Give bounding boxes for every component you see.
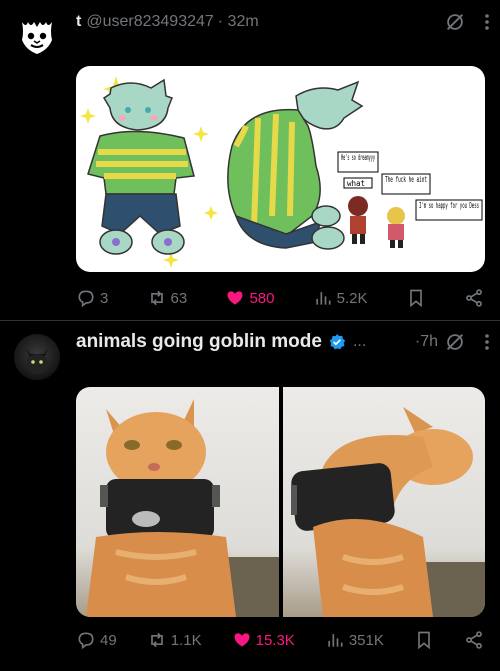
repost-button[interactable]: 1.1K	[147, 630, 202, 650]
post-header: animals going goblin mode ... ·7h	[76, 330, 490, 354]
bookmark-icon	[418, 631, 430, 650]
speech-bubble-4: I'm so happy for you Dess	[419, 201, 479, 210]
post-header: t @user823493247 · 32m	[76, 10, 490, 34]
action-bar: 3 63 580 5.2K	[76, 286, 484, 310]
verified-badge	[328, 333, 346, 351]
share-button[interactable]	[464, 288, 484, 308]
like-count: 15.3K	[255, 631, 295, 649]
bookmark-button[interactable]	[406, 288, 426, 308]
reply-button[interactable]: 3	[76, 288, 108, 308]
view-count: 5.2K	[336, 289, 368, 307]
more-icon[interactable]	[484, 333, 490, 351]
views-icon	[328, 634, 343, 647]
like-icon	[234, 633, 250, 647]
speech-bubble-1: He's so dreamyyy	[341, 153, 375, 162]
bookmark-button[interactable]	[414, 630, 434, 650]
like-icon	[227, 291, 243, 305]
repost-count: 63	[170, 289, 188, 307]
reply-count: 49	[100, 631, 117, 649]
reply-icon	[78, 290, 94, 308]
avatar[interactable]	[14, 14, 60, 60]
verified-icon	[329, 334, 346, 350]
like-button[interactable]: 580	[225, 288, 274, 308]
share-icon	[466, 631, 482, 649]
drawing-illustration: He's so dreamyyy what The fuck he aint I…	[80, 76, 483, 268]
bookmark-icon	[409, 289, 422, 308]
more-icon[interactable]	[484, 13, 490, 31]
views-icon	[316, 292, 331, 305]
speech-bubble-2: what	[347, 179, 365, 188]
muted-icon[interactable]	[444, 11, 466, 33]
muted-icon[interactable]	[444, 331, 466, 353]
repost-count: 1.1K	[170, 631, 202, 649]
cat-photo-front	[86, 399, 279, 617]
post-time[interactable]: ·7h	[415, 333, 438, 351]
avatar[interactable]	[14, 334, 60, 380]
post-1[interactable]: t @user823493247 · 32m He's so dreamyyy …	[0, 0, 500, 320]
avatar-cat-icon	[26, 348, 48, 374]
like-count: 580	[249, 289, 275, 307]
views-button[interactable]: 351K	[325, 630, 384, 650]
avatar-mask-icon	[22, 22, 52, 54]
reply-count: 3	[100, 289, 109, 307]
speech-bubble-3: The fuck he aint	[385, 175, 427, 184]
reply-button[interactable]: 49	[76, 630, 117, 650]
cat-photo-goblin	[291, 407, 485, 617]
views-button[interactable]: 5.2K	[313, 288, 368, 308]
author-name[interactable]: animals going goblin mode	[76, 331, 322, 353]
post-2[interactable]: animals going goblin mode ... ·7h 49 1.1…	[0, 321, 500, 671]
action-bar: 49 1.1K 15.3K 351K	[76, 628, 484, 652]
share-button[interactable]	[464, 630, 484, 650]
post-image-1[interactable]	[76, 387, 279, 617]
share-icon	[466, 289, 482, 307]
repost-button[interactable]: 63	[147, 288, 188, 308]
view-count: 351K	[348, 631, 384, 649]
ellipsis: ...	[352, 333, 367, 350]
post-image-2[interactable]	[283, 387, 485, 617]
post-image[interactable]: He's so dreamyyy what The fuck he aint I…	[76, 66, 485, 272]
author-name[interactable]: t	[76, 13, 81, 31]
author-handle[interactable]: @user823493247	[86, 13, 213, 31]
reply-icon	[78, 632, 94, 650]
post-time[interactable]: · 32m	[218, 13, 259, 31]
repost-icon	[150, 632, 163, 648]
like-button[interactable]: 15.3K	[232, 630, 295, 650]
repost-icon	[150, 290, 163, 306]
